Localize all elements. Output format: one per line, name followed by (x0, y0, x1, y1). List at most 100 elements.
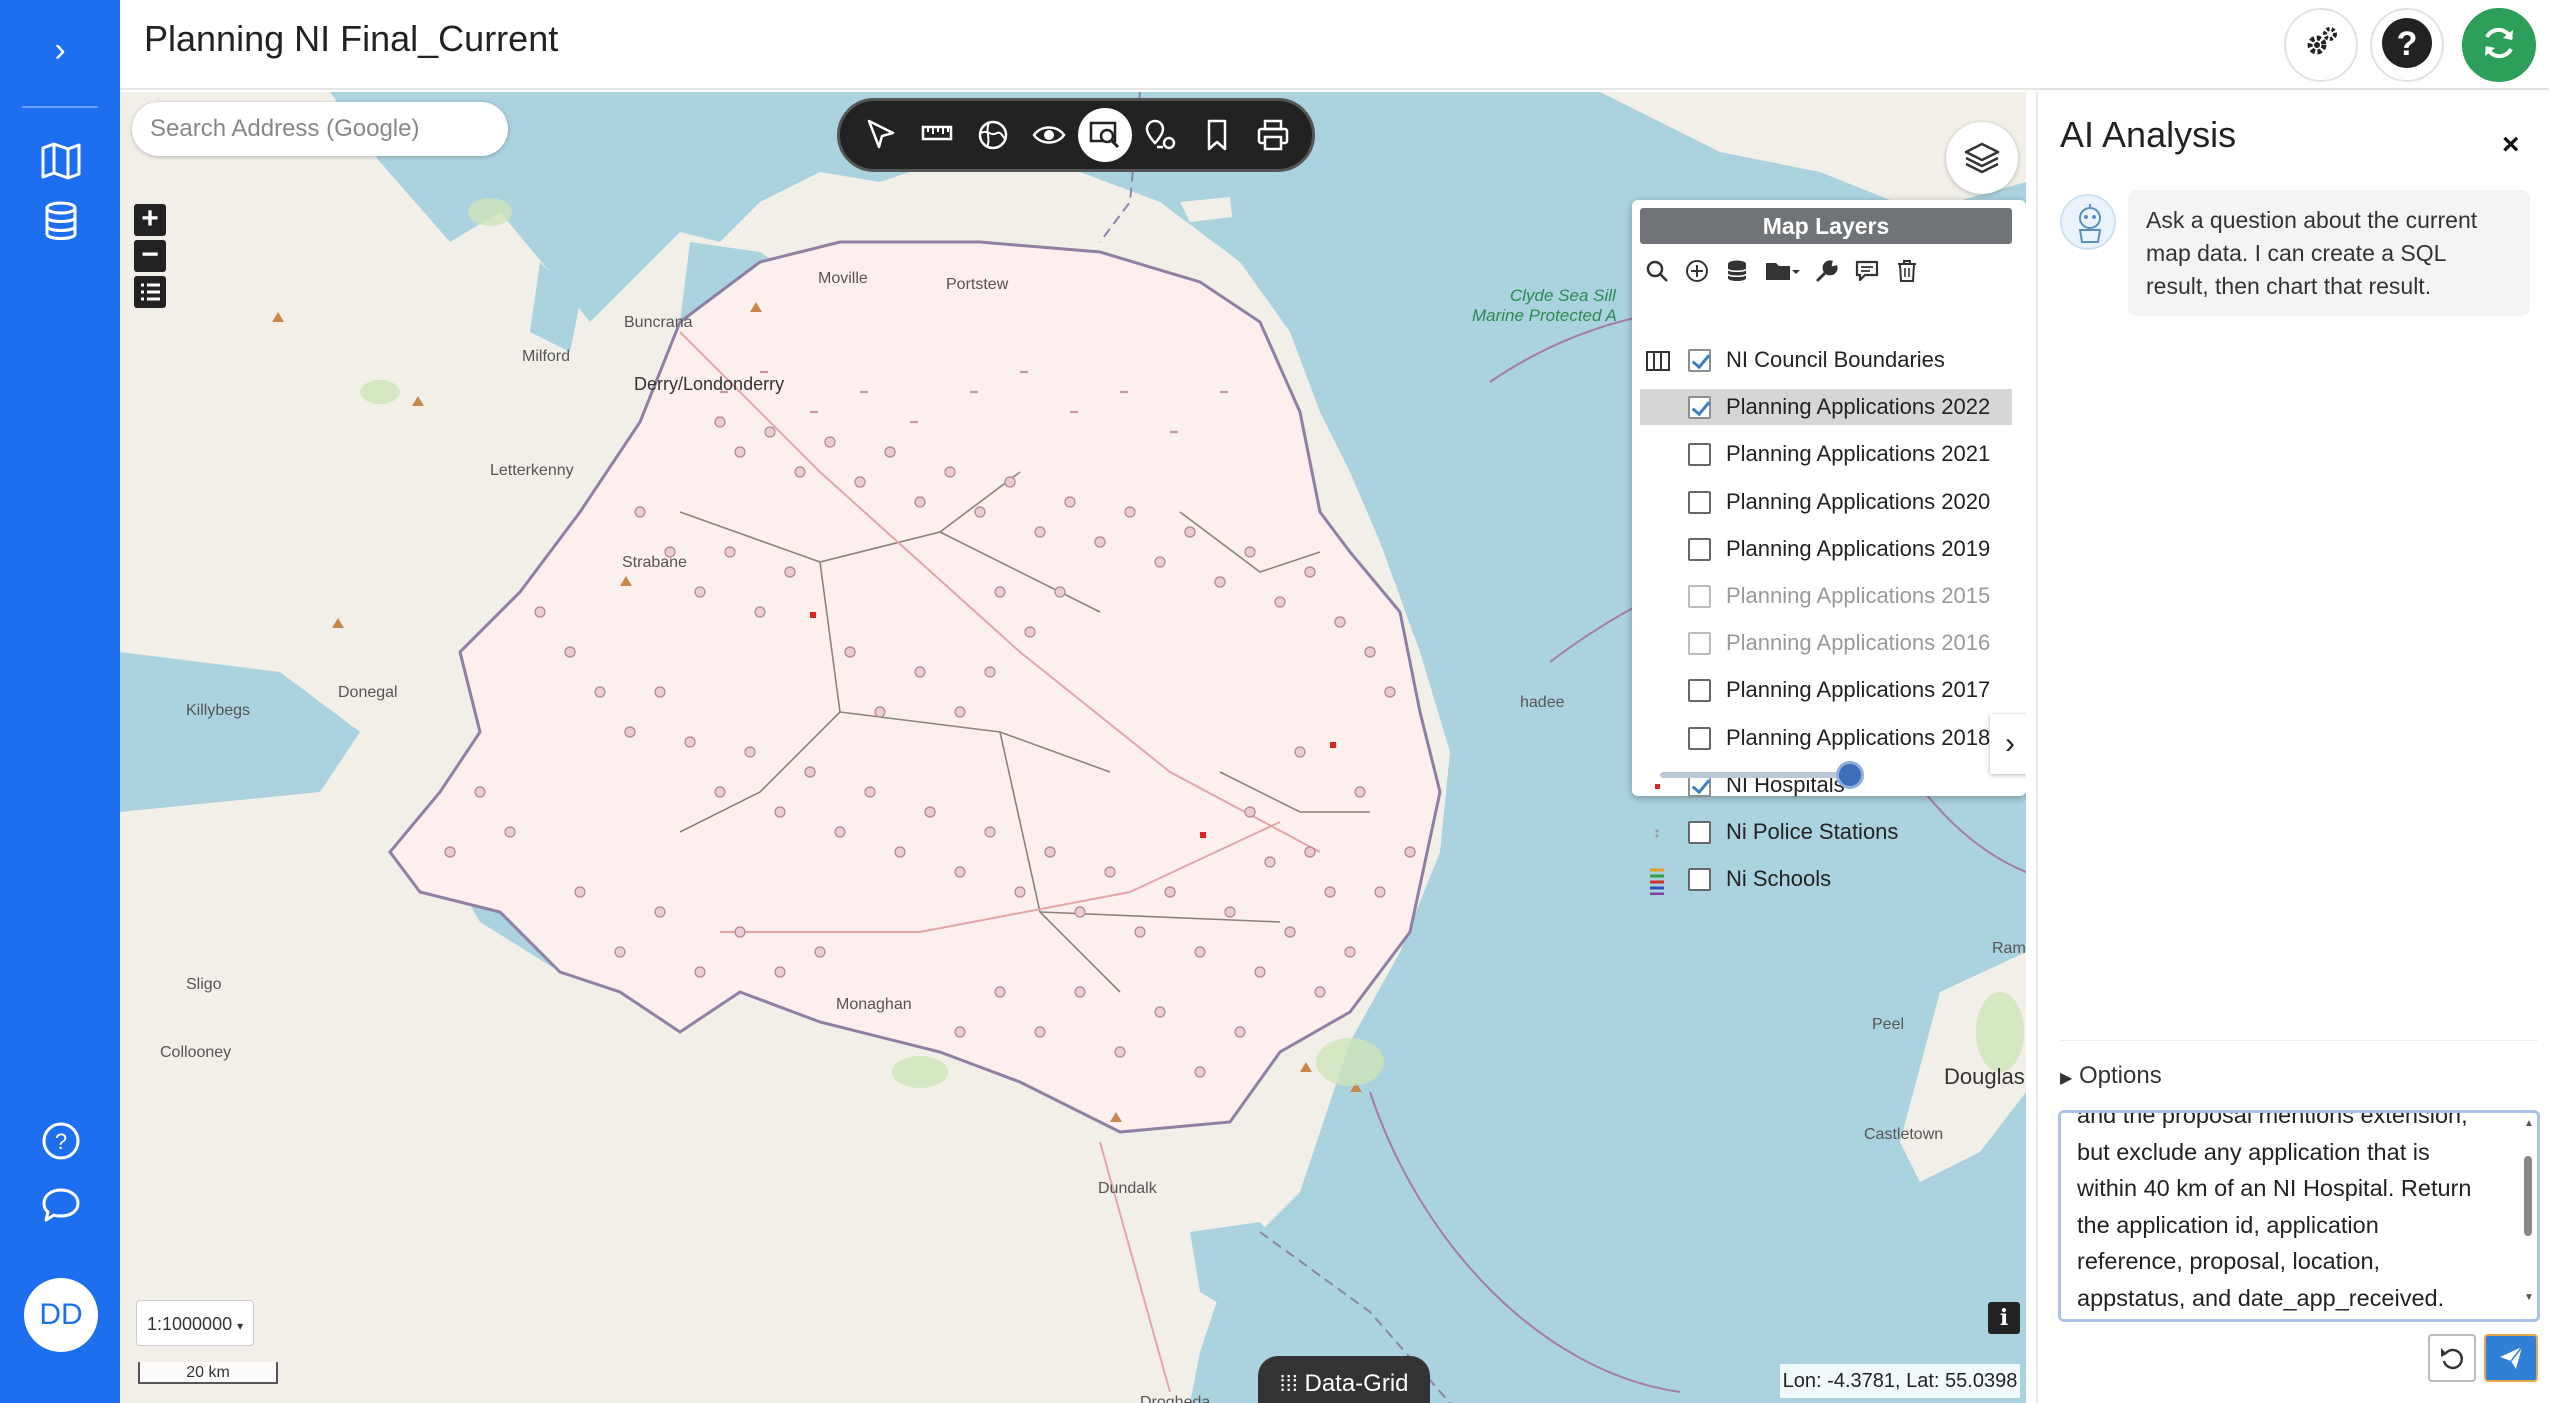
folder-icon[interactable] (1764, 258, 1800, 284)
layer-checkbox[interactable] (1688, 443, 1711, 467)
comment-icon[interactable] (1854, 258, 1880, 284)
label-clyde-sea-sill: Clyde Sea Sill (1510, 286, 1616, 305)
textarea-scrollbar[interactable]: ▲ ▼ (2522, 1116, 2534, 1316)
layer-row[interactable]: NI Council Boundaries (1640, 342, 2012, 378)
scroll-up-icon[interactable]: ▲ (2524, 1118, 2534, 1129)
robot-icon (2078, 204, 2102, 243)
info-button[interactable]: i (1988, 1302, 2020, 1334)
layer-checkbox[interactable] (1688, 868, 1711, 892)
list-icon (141, 283, 160, 301)
label-milford: Milford (522, 348, 571, 365)
zoom-out-button[interactable]: − (134, 240, 166, 272)
globe-icon[interactable] (966, 108, 1020, 162)
layer-row[interactable]: Planning Applications 2017 (1640, 672, 2012, 708)
settings-button[interactable] (2284, 8, 2358, 82)
label-strabane: Strabane (622, 554, 687, 571)
prompt-line: appstatus, and date_app_received. (2077, 1284, 2445, 1311)
database-icon[interactable] (1724, 258, 1750, 284)
layer-label: Planning Applications 2018 (1726, 724, 1991, 750)
svg-text:?: ? (2397, 25, 2418, 63)
layer-label: NI Council Boundaries (1726, 347, 1945, 372)
select-cursor-icon[interactable] (854, 108, 908, 162)
scale-select[interactable]: 1:1000000 ▾ (136, 1300, 254, 1346)
label-derry: Derry/Londonderry (634, 374, 785, 394)
layer-row[interactable]: Planning Applications 2020 (1640, 484, 2012, 520)
label-donegal: Donegal (338, 684, 398, 701)
layer-row[interactable]: Planning Applications 2018 (1640, 720, 2012, 756)
label-collooney: Collooney (160, 1044, 232, 1061)
user-avatar[interactable]: DD (24, 1278, 98, 1352)
panel-expand-button[interactable]: › (1990, 714, 2026, 774)
print-icon[interactable] (1246, 108, 1300, 162)
prompt-text: and the proposal mentions extension, but … (2077, 1113, 2501, 1316)
undo-icon (2441, 1348, 2464, 1370)
help-circle-icon[interactable]: ? (40, 1120, 82, 1162)
search-area-icon[interactable] (1078, 108, 1132, 162)
refresh-button[interactable] (2462, 8, 2536, 82)
location-pins-icon[interactable] (1134, 108, 1188, 162)
layer-checkbox[interactable] (1688, 537, 1711, 561)
label-portstewart: Portstew (946, 276, 1009, 293)
panel-divider (2060, 1040, 2538, 1041)
label-dundalk: Dundalk (1098, 1180, 1157, 1197)
data-grid-tab[interactable]: ⁞⁞⁞ Data-Grid (1258, 1356, 1430, 1403)
layer-swatch-icon (1646, 395, 1668, 419)
layer-checkbox[interactable] (1688, 632, 1711, 656)
database-icon[interactable] (40, 200, 82, 242)
layer-checkbox[interactable] (1688, 490, 1711, 514)
options-toggle[interactable]: ▶ Options (2060, 1062, 2162, 1090)
layers-toggle-button[interactable] (1946, 122, 2018, 194)
eye-icon[interactable] (1022, 108, 1076, 162)
ai-analysis-panel: AI Analysis × Ask a question about the c… (2036, 92, 2549, 1403)
prompt-line: within 40 km of an NI Hospital. Return (2077, 1175, 2472, 1201)
zoom-in-button[interactable]: + (134, 204, 166, 236)
label-sligo: Sligo (186, 976, 222, 993)
search-icon[interactable] (1644, 258, 1670, 284)
layer-row[interactable]: Planning Applications 2016 (1640, 625, 2012, 661)
expand-sidebar-button[interactable]: › (40, 30, 80, 70)
question-textarea[interactable]: and the proposal mentions extension, but … (2058, 1110, 2540, 1322)
layer-row[interactable]: Planning Applications 2015 (1640, 578, 2012, 614)
measure-ruler-icon[interactable] (910, 108, 964, 162)
help-button[interactable]: ? (2370, 8, 2444, 82)
layer-row[interactable]: Planning Applications 2021 (1640, 436, 2012, 472)
layer-row[interactable]: Planning Applications 2019 (1640, 531, 2012, 567)
prompt-line: reference, proposal, location, (2077, 1248, 2381, 1274)
wrench-icon[interactable] (1814, 258, 1840, 284)
layer-checkbox[interactable] (1688, 726, 1711, 750)
layer-row[interactable]: Planning Applications 2022 (1640, 389, 2012, 426)
scrollbar-thumb[interactable] (2524, 1156, 2532, 1236)
prompt-line: the application id, application (2077, 1211, 2379, 1238)
options-label: Options (2078, 1062, 2162, 1089)
layer-checkbox[interactable] (1688, 679, 1711, 703)
map-book-icon[interactable] (40, 140, 82, 182)
label-donaghadee: hadee (1520, 694, 1565, 711)
close-icon[interactable]: × (2502, 128, 2520, 162)
layer-row[interactable]: Ni Schools (1640, 861, 2012, 897)
scroll-down-icon[interactable]: ▼ (2524, 1292, 2534, 1303)
layer-checkbox[interactable] (1688, 349, 1711, 372)
label-ramsey: Rams (1992, 940, 2026, 957)
refresh-icon (2479, 23, 2519, 68)
layers-toolbar (1644, 256, 1920, 286)
layer-row[interactable]: Ni Police Stations (1640, 814, 2012, 850)
chat-bubble-icon[interactable] (40, 1184, 82, 1226)
layer-checkbox[interactable] (1688, 821, 1711, 844)
address-search-input[interactable]: Search Address (Google) (132, 102, 508, 156)
layer-checkbox[interactable] (1688, 585, 1711, 608)
map-layers-panel: Map Layers NI Council Boundaries Planning… (1632, 200, 2026, 896)
legend-list-button[interactable] (134, 276, 166, 308)
trash-icon[interactable] (1894, 258, 1920, 284)
send-button[interactable] (2484, 1334, 2538, 1382)
layer-swatch-icon (1646, 348, 1670, 372)
reset-button[interactable] (2428, 1334, 2476, 1382)
send-paper-plane-icon (2500, 1346, 2523, 1369)
map-canvas[interactable]: Moville Portstew Buncrana Milford Derry/… (120, 92, 2026, 1403)
layer-opacity-slider[interactable] (1660, 761, 1864, 789)
slider-fill (1660, 772, 1850, 778)
bookmark-icon[interactable] (1190, 108, 1244, 162)
layer-checkbox[interactable] (1688, 396, 1711, 420)
add-circle-icon[interactable] (1684, 258, 1710, 284)
slider-knob[interactable] (1836, 761, 1864, 789)
layer-label: Ni Schools (1726, 866, 1832, 892)
